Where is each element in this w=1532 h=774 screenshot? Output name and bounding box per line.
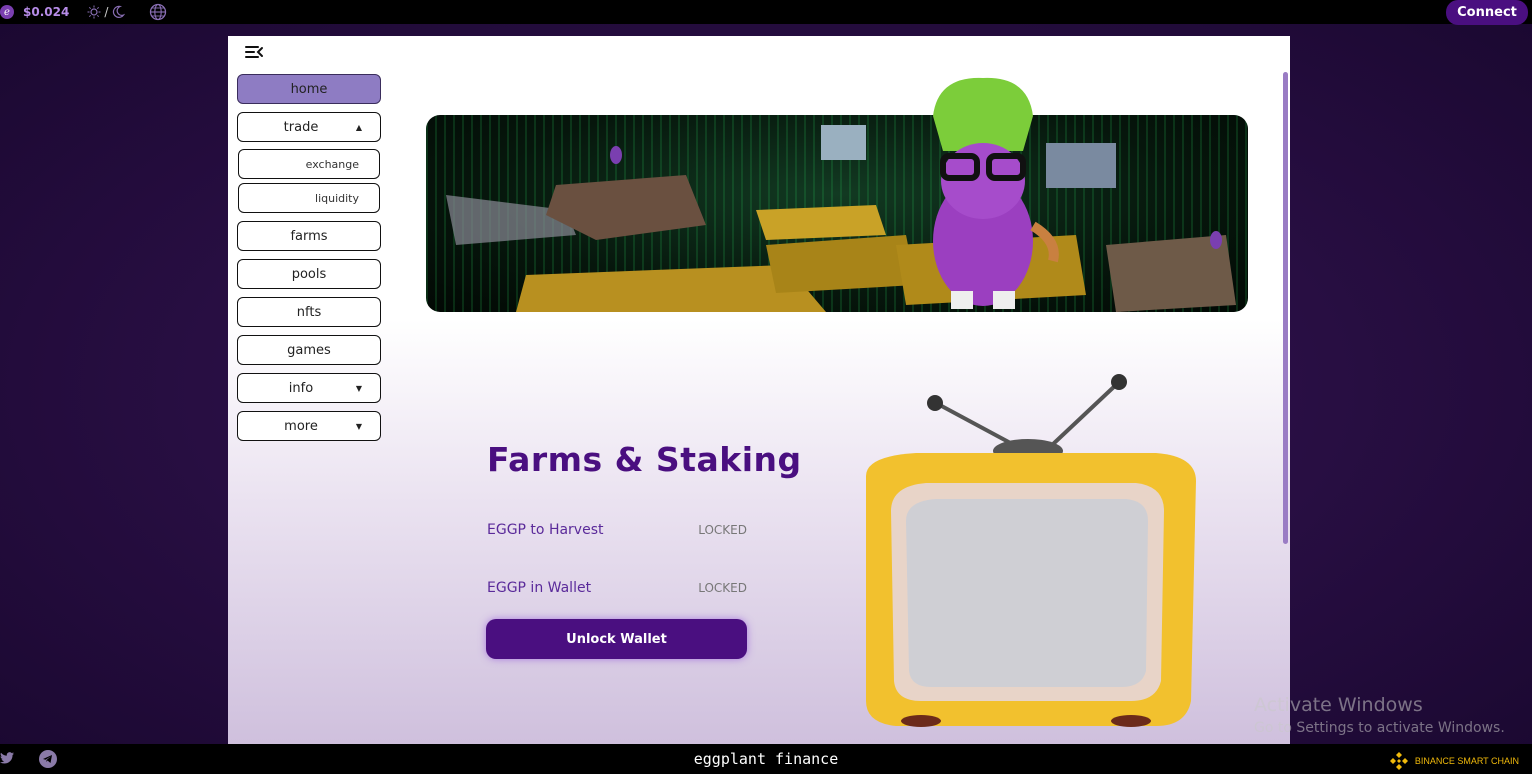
unlock-wallet-button[interactable]: Unlock Wallet [486,619,747,659]
eggplant-mascot-illustration [933,77,1059,309]
theme-separator: / [104,5,109,19]
hero-banner [426,115,1248,312]
chain-label: BINANCE SMART CHAIN [1414,756,1519,766]
sidebar-nav: home trade ▲ exchange liquidity farms po… [237,74,381,449]
nav-liquidity-label: liquidity [315,191,359,205]
caret-down-icon: ▼ [355,383,362,393]
sun-icon[interactable] [87,5,101,19]
nav-trade[interactable]: trade ▲ [237,112,381,142]
nav-more[interactable]: more ▼ [237,411,381,441]
nav-exchange-label: exchange [305,157,359,171]
nav-exchange[interactable]: exchange [238,149,380,179]
retro-tv-illustration [866,374,1196,727]
activate-windows-watermark: Activate Windows Go to Settings to activ… [1254,694,1505,736]
activate-windows-title: Activate Windows [1254,694,1423,716]
nav-trade-label: trade [283,119,319,135]
nav-more-label: more [284,418,318,434]
harvest-label: EGGP to Harvest [487,522,604,538]
activate-windows-subtitle: Go to Settings to activate Windows. [1254,720,1505,736]
token-price: $0.024 [23,5,70,19]
moon-icon[interactable] [111,5,126,19]
nav-home-label: home [290,81,328,97]
wallet-row: EGGP in Wallet LOCKED [487,580,747,596]
theme-switch[interactable]: / [87,5,126,19]
nav-pools[interactable]: pools [237,259,381,289]
nav-liquidity[interactable]: liquidity [238,183,380,213]
wallet-value: LOCKED [698,581,747,595]
nav-home[interactable]: home [237,74,381,104]
nav-pools-label: pools [291,266,327,282]
top-bar: e $0.024 / Connect [0,0,1532,25]
scrollbar[interactable] [1283,72,1288,544]
nav-info[interactable]: info ▼ [237,373,381,403]
harvest-row: EGGP to Harvest LOCKED [487,522,747,538]
connect-wallet-button[interactable]: Connect [1446,0,1528,25]
brand-wordmark: eggplant finance [693,750,839,768]
eggp-token-icon: e [0,5,14,19]
banner-scene-art [446,125,1236,312]
wallet-label: EGGP in Wallet [487,580,592,596]
main-panel: home trade ▲ exchange liquidity farms po… [228,36,1290,744]
caret-up-icon: ▲ [355,122,362,132]
globe-icon[interactable] [149,3,167,21]
binance-logo-icon [1389,752,1408,770]
farms-staking-title: Farms & Staking [487,440,802,479]
nav-farms-label: farms [290,228,328,244]
bsc-badge: BINANCE SMART CHAIN [1388,750,1519,772]
collapse-menu-icon[interactable] [244,44,264,60]
nav-nfts-label: nfts [296,304,322,320]
caret-down-icon: ▼ [355,421,362,431]
nav-games[interactable]: games [237,335,381,365]
nav-farms[interactable]: farms [237,221,381,251]
nav-games-label: games [287,342,331,358]
nav-nfts[interactable]: nfts [237,297,381,327]
nav-info-label: info [288,380,314,396]
harvest-value: LOCKED [698,523,747,537]
footer-bar: eggplant finance BINANCE SMART CHAIN [0,744,1532,774]
